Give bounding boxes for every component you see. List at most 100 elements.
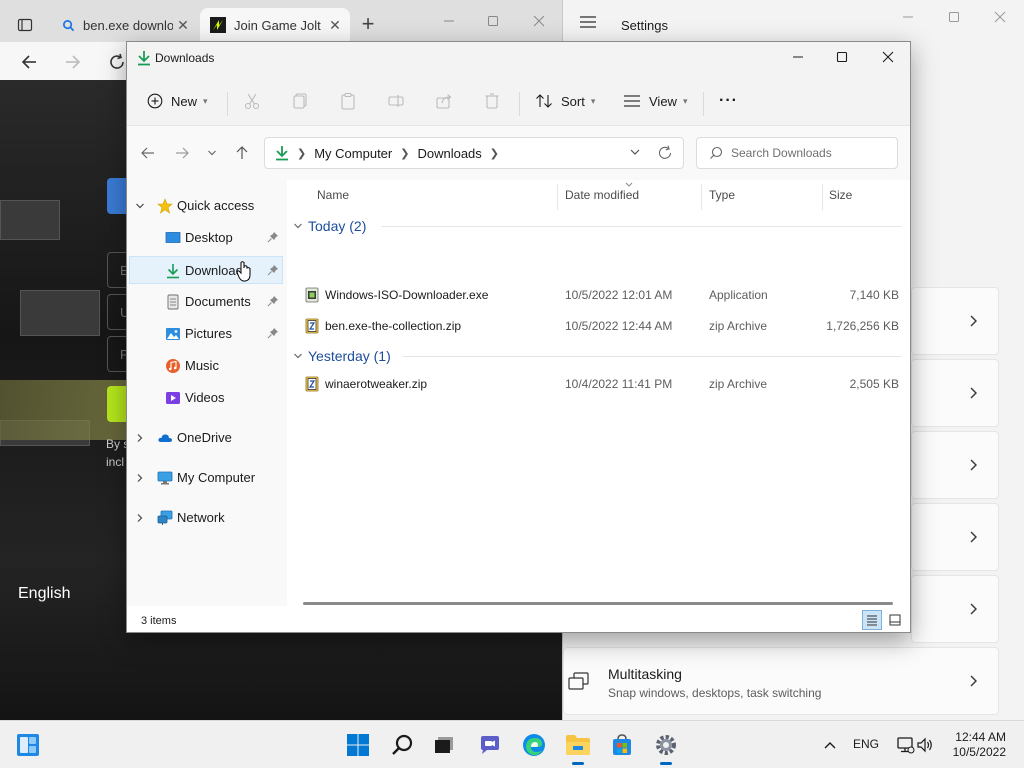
new-button[interactable]: New ▾ [147, 87, 208, 115]
column-divider[interactable] [701, 184, 702, 210]
quick-settings-button[interactable] [892, 733, 938, 757]
edge-browser-button[interactable] [518, 729, 550, 761]
column-header-date[interactable]: Date modified [565, 180, 639, 210]
maximize-button[interactable] [819, 42, 865, 72]
group-header-yesterday[interactable]: Yesterday (1) [293, 344, 905, 368]
share-button[interactable] [435, 87, 453, 115]
nav-my-computer[interactable]: My Computer [127, 464, 285, 492]
store-button[interactable] [606, 729, 638, 761]
minimize-button[interactable] [775, 42, 821, 72]
language-indicator[interactable]: ENG [853, 737, 879, 751]
chevron-right-icon[interactable]: ❯ [490, 147, 499, 160]
nav-downloads[interactable]: Downloads [129, 256, 283, 284]
column-divider[interactable] [822, 184, 823, 210]
cut-button[interactable] [243, 87, 261, 115]
start-button[interactable] [342, 729, 374, 761]
password-field[interactable]: P [107, 336, 129, 372]
nav-music[interactable]: Music [127, 352, 285, 380]
language-selector[interactable]: English [18, 585, 70, 603]
close-tab-icon[interactable]: ✕ [174, 16, 192, 34]
sort-icon [536, 94, 552, 108]
settings-card[interactable] [911, 575, 999, 643]
browser-tab-search[interactable]: ben.exe downlo ✕ [52, 8, 198, 42]
group-header-today[interactable]: Today (2) [293, 214, 905, 238]
more-options-button[interactable]: ··· [719, 87, 738, 115]
copy-button[interactable] [291, 87, 309, 115]
show-hidden-icons-button[interactable] [818, 731, 842, 759]
chevron-down-icon[interactable] [135, 201, 145, 211]
email-field[interactable]: E [107, 252, 129, 288]
login-button-edge[interactable] [107, 178, 127, 214]
back-button[interactable] [16, 49, 42, 75]
pin-icon[interactable] [267, 231, 279, 243]
new-tab-button[interactable]: + [356, 12, 380, 36]
nav-quick-access[interactable]: Quick access [127, 192, 285, 220]
username-field[interactable]: U [107, 294, 129, 330]
column-header-type[interactable]: Type [709, 180, 735, 210]
minimize-button[interactable] [893, 6, 923, 28]
tab-actions-button[interactable] [12, 12, 38, 38]
pin-icon[interactable] [267, 295, 279, 307]
nav-documents[interactable]: Documents [127, 288, 285, 316]
minimize-button[interactable] [434, 10, 464, 32]
refresh-icon[interactable] [657, 145, 673, 161]
settings-card[interactable] [911, 503, 999, 571]
forward-button[interactable] [60, 49, 86, 75]
pin-icon[interactable] [267, 264, 279, 276]
clock[interactable]: 12:44 AM 10/5/2022 [953, 730, 1006, 760]
maximize-button[interactable] [939, 6, 969, 28]
close-tab-icon[interactable]: ✕ [326, 16, 344, 34]
pin-icon[interactable] [267, 327, 279, 339]
close-window-button[interactable] [865, 42, 911, 72]
close-window-button[interactable] [985, 6, 1015, 28]
signup-button-edge[interactable] [107, 386, 127, 422]
file-row[interactable]: Windows-ISO-Downloader.exe 10/5/2022 12:… [293, 280, 905, 310]
settings-card[interactable] [911, 359, 999, 427]
address-history-chevron-icon[interactable] [629, 146, 641, 158]
nav-onedrive[interactable]: OneDrive [127, 424, 285, 452]
nav-network[interactable]: Network [127, 504, 285, 532]
nav-videos[interactable]: Videos [127, 384, 285, 412]
settings-card[interactable] [911, 287, 999, 355]
paste-button[interactable] [339, 87, 357, 115]
file-explorer-button[interactable] [562, 729, 594, 765]
close-window-button[interactable] [524, 10, 554, 32]
column-header-size[interactable]: Size [829, 180, 852, 210]
search-input[interactable] [731, 146, 891, 160]
search-taskbar-button[interactable] [386, 729, 418, 761]
breadcrumb-downloads[interactable]: Downloads [417, 146, 481, 161]
file-row[interactable]: winaerotweaker.zip 10/4/2022 11:41 PM zi… [293, 369, 905, 399]
chevron-right-icon[interactable] [135, 433, 145, 443]
file-row[interactable]: ben.exe-the-collection.zip 10/5/2022 12:… [293, 311, 905, 341]
details-view-button[interactable] [862, 610, 882, 630]
forward-button[interactable] [171, 142, 193, 164]
up-button[interactable] [231, 142, 253, 164]
settings-taskbar-button[interactable] [650, 729, 682, 765]
breadcrumb-my-computer[interactable]: My Computer [314, 146, 392, 161]
search-box[interactable] [696, 137, 898, 169]
back-button[interactable] [137, 142, 159, 164]
horizontal-scrollbar[interactable] [303, 602, 893, 605]
sort-button[interactable]: Sort ▾ [535, 87, 595, 115]
tiles-view-button[interactable] [885, 610, 905, 630]
view-button[interactable]: View ▾ [623, 87, 687, 115]
browser-tab-gamejolt[interactable]: Join Game Jolt - ✕ [200, 8, 350, 42]
rename-button[interactable] [387, 87, 405, 115]
task-view-button[interactable] [428, 729, 460, 761]
settings-card[interactable] [911, 431, 999, 499]
chevron-right-icon[interactable] [135, 513, 145, 523]
recent-locations-button[interactable] [201, 142, 223, 164]
delete-button[interactable] [483, 87, 501, 115]
address-bar[interactable]: ❯ My Computer ❯ Downloads ❯ [264, 137, 684, 169]
hamburger-menu-button[interactable] [579, 14, 599, 34]
nav-desktop[interactable]: Desktop [127, 224, 285, 252]
maximize-button[interactable] [478, 10, 508, 32]
download-arrow-icon [138, 51, 150, 66]
chevron-right-icon[interactable] [135, 473, 145, 483]
column-header-name[interactable]: Name [317, 180, 349, 210]
widgets-button[interactable] [12, 729, 44, 761]
nav-pictures[interactable]: Pictures [127, 320, 285, 348]
chat-button[interactable] [474, 729, 506, 761]
column-divider[interactable] [557, 184, 558, 210]
multitasking-card[interactable]: Multitasking Snap windows, desktops, tas… [563, 647, 999, 715]
